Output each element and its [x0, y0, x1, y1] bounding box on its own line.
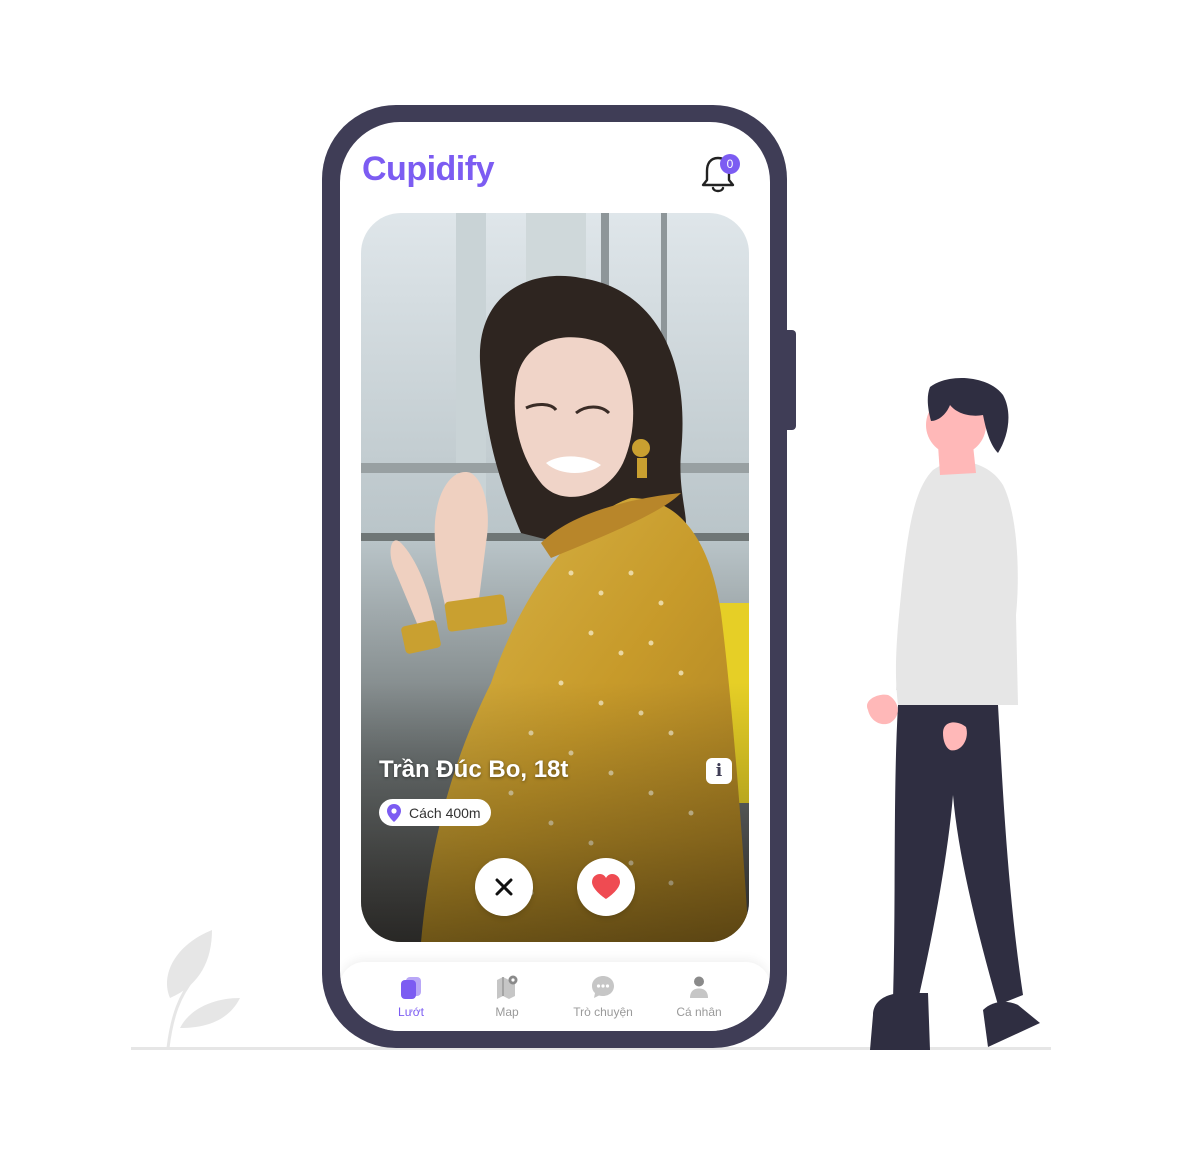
bottom-navigation: Lướt Map Trò chuyện Cá nhân [340, 962, 770, 1031]
notifications-button[interactable]: 0 [700, 154, 740, 194]
nav-label: Trò chuyện [573, 1005, 633, 1019]
profile-name: Trần Đúc Bo, 18t [379, 756, 569, 783]
nav-item-profile[interactable]: Cá nhân [651, 974, 747, 1019]
app-header: Cupidify 0 [362, 150, 752, 200]
close-icon [495, 878, 513, 896]
info-button[interactable]: i [706, 758, 732, 784]
notification-badge: 0 [720, 154, 740, 174]
distance-text: Cách 400m [409, 804, 481, 821]
user-icon [690, 976, 708, 998]
nav-label: Cá nhân [676, 1005, 722, 1019]
map-icon [497, 975, 518, 999]
profile-card[interactable]: Trần Đúc Bo, 18t i Cách 400m [361, 213, 749, 942]
person-illustration [867, 377, 1040, 1050]
nav-label: Lướt [398, 1005, 424, 1019]
app-logo: Cupidify [362, 150, 494, 188]
dislike-button[interactable] [475, 858, 533, 916]
nav-item-swipe[interactable]: Lướt [363, 974, 459, 1019]
plant-illustration [166, 930, 240, 1049]
like-button[interactable] [577, 858, 635, 916]
location-pin-icon [387, 803, 401, 822]
phone-screen: Cupidify 0 Trần Đúc Bo, 18t i Cách 400m … [340, 122, 770, 1031]
chat-icon [592, 976, 614, 998]
heart-icon [592, 874, 620, 899]
distance-badge: Cách 400m [379, 799, 491, 826]
cards-icon [401, 977, 421, 999]
nav-item-chat[interactable]: Trò chuyện [555, 974, 651, 1019]
nav-item-map[interactable]: Map [459, 974, 555, 1019]
phone-frame: Cupidify 0 Trần Đúc Bo, 18t i Cách 400m … [322, 105, 787, 1048]
nav-label: Map [495, 1005, 519, 1019]
